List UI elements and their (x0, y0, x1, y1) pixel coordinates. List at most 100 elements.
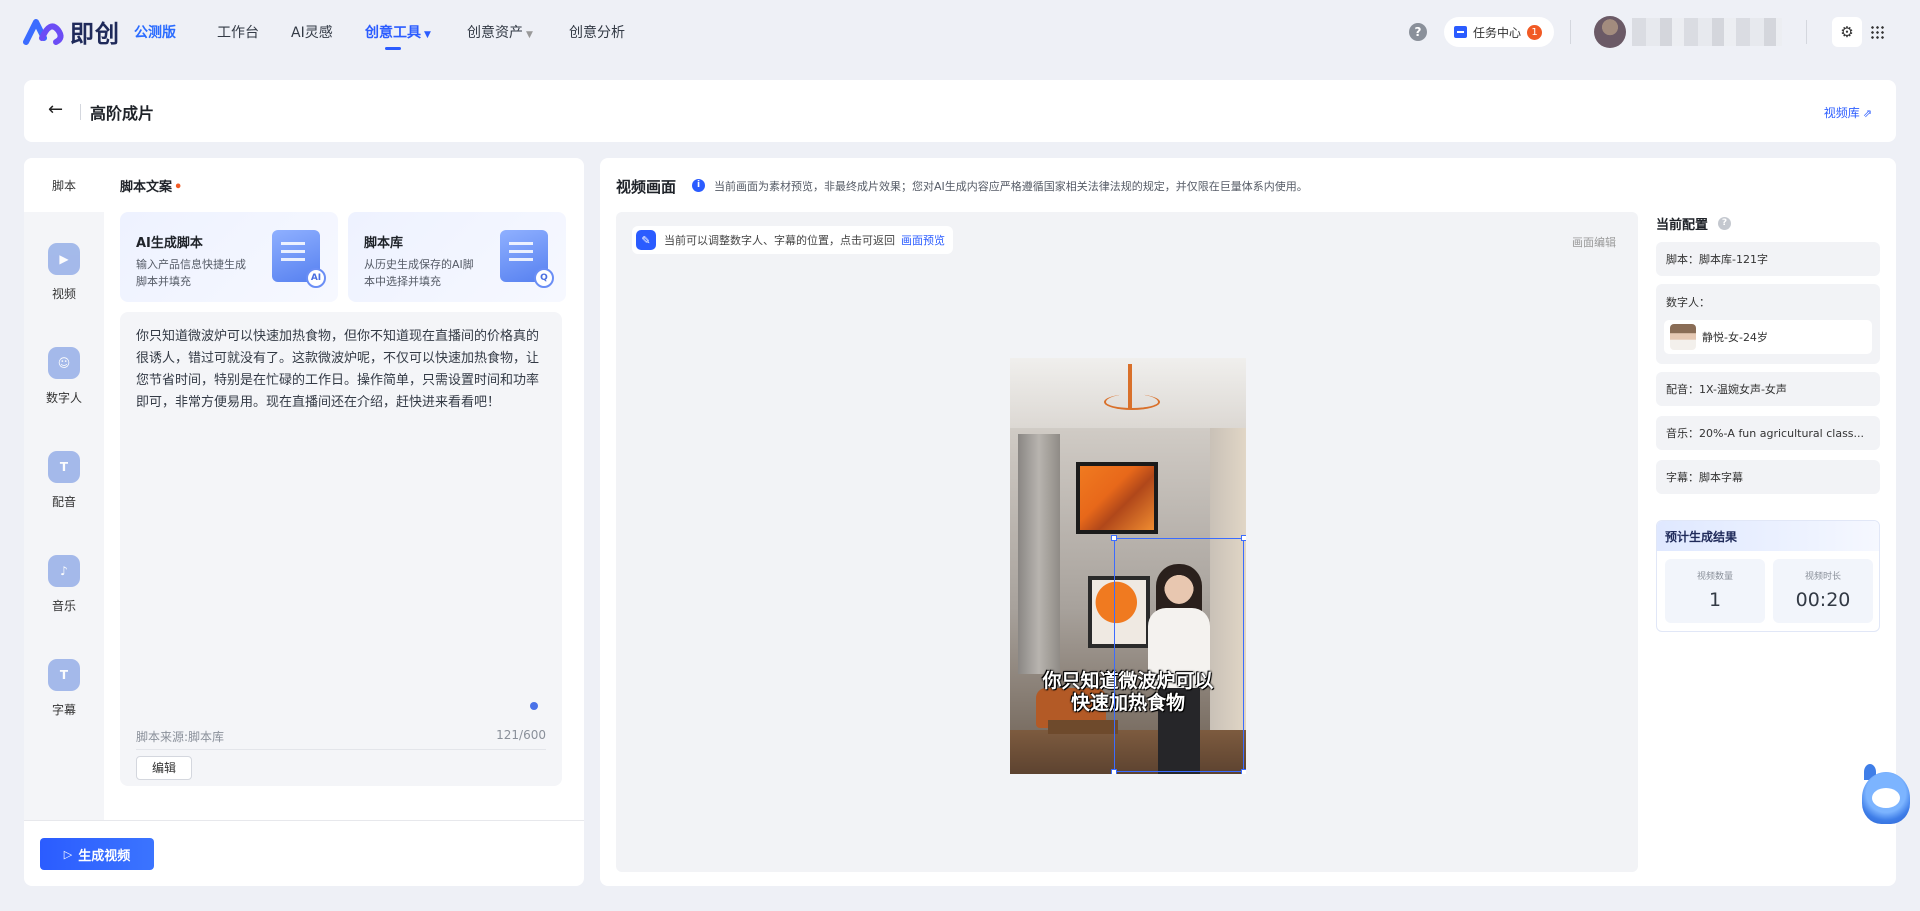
tab-label: 配音 (51, 494, 76, 509)
config-subtitle: 字幕：脚本字幕 (1656, 460, 1880, 494)
avatar[interactable] (1594, 16, 1626, 48)
config-music: 音乐：20%-A fun agricultural class... (1656, 416, 1880, 450)
video-library-link[interactable]: 视频库 ⇗ (1824, 104, 1872, 121)
tab-music[interactable]: ♪ 音乐 (24, 532, 104, 636)
tab-subtitle[interactable]: T 字幕 (24, 636, 104, 740)
nav-item-creative-analytics[interactable]: 创意分析 (569, 22, 625, 42)
ai-badge-icon: AI (306, 268, 326, 288)
divider (24, 820, 584, 821)
result-title: 预计生成结果 (1665, 530, 1738, 544)
caret-down-icon: ▼ (526, 30, 533, 40)
page-title: 高阶成片 (90, 104, 155, 123)
username-redacted (1632, 18, 1782, 46)
script-section-label: 脚本文案 • (120, 176, 182, 195)
video-scene-chandelier (1104, 364, 1160, 422)
tab-label: 数字人 (45, 390, 82, 405)
preview-link[interactable]: 画面预览 (901, 232, 945, 248)
tab-script[interactable]: 脚本 (24, 158, 104, 212)
canvas-title: 视频画面 (616, 178, 677, 196)
search-icon: Q (534, 268, 554, 288)
logo-text: 即创 (70, 20, 120, 48)
result-header: 预计生成结果 (1657, 521, 1879, 551)
video-scene-painting (1076, 462, 1158, 534)
page-header: ← 高阶成片 视频库 ⇗ (24, 80, 1896, 142)
resize-handle[interactable] (1241, 769, 1246, 774)
top-navigation: 即创 公测版 工作台 AI灵感 创意工具 ▼ 创意资产 ▼ 创意分析 ? 任务中心 … (0, 0, 1920, 64)
video-scene-table (1048, 720, 1118, 734)
text-to-speech-icon: T (48, 450, 80, 483)
nav-item-creative-tools[interactable]: 创意工具 ▼ (365, 22, 431, 42)
logo[interactable]: 即创 (22, 14, 120, 49)
active-nav-indicator (385, 47, 401, 50)
preview-area: ✎ 当前可以调整数字人、字幕的位置，点击可返回 画面预览 画面编辑 你只知道微波… (616, 212, 1638, 872)
film-icon: ▶ (48, 242, 80, 275)
nav-item-ai-inspiration[interactable]: AI灵感 (291, 22, 333, 42)
settings-button[interactable]: ⚙ (1832, 17, 1862, 47)
external-link-icon: ⇗ (1862, 107, 1872, 120)
edition-badge: 公测版 (134, 25, 176, 41)
video-count-stat: 视频数量 1 (1665, 559, 1765, 623)
tab-label: 音乐 (51, 598, 76, 613)
assistant-mascot-icon[interactable] (1856, 764, 1912, 828)
logo-icon (23, 18, 64, 45)
task-center-button[interactable]: 任务中心 1 (1444, 17, 1555, 47)
stat-value: 00:20 (1795, 589, 1851, 611)
edit-button[interactable]: 编辑 (136, 756, 192, 780)
left-tab-bar: 脚本 ▶ 视频 ☺ 数字人 T 配音 ♪ 音乐 T 字幕 (24, 158, 104, 820)
tab-label: 字幕 (51, 702, 76, 717)
required-mark: • (174, 180, 183, 195)
tab-label: 视频 (51, 286, 76, 301)
resize-handle[interactable] (1241, 535, 1246, 541)
pencil-icon: ✎ (636, 230, 656, 250)
nav-item-creative-assets[interactable]: 创意资产 ▼ (467, 22, 533, 42)
caret-down-icon: ▼ (424, 30, 431, 40)
folder-icon: Q (500, 230, 554, 288)
tab-digital-human[interactable]: ☺ 数字人 (24, 324, 104, 428)
subtitle-image-icon: T (48, 658, 80, 691)
frame-edit-link[interactable]: 画面编辑 (1572, 234, 1616, 250)
config-digital-human-label: 数字人： (1666, 296, 1710, 309)
config-voice: 配音：1X-温婉女声-女声 (1656, 372, 1880, 406)
person-icon: ☺ (48, 346, 80, 379)
config-script: 脚本：脚本库-121字 (1656, 242, 1880, 276)
card-description: 从历史生成保存的AI脚本中选择并填充 (364, 258, 474, 288)
resize-handle[interactable] (530, 702, 538, 710)
selection-box[interactable] (1111, 535, 1246, 774)
question-icon[interactable]: ? (1718, 217, 1731, 230)
script-label-text: 脚本文案 (120, 180, 173, 195)
video-preview[interactable]: 你只知道微波炉可以 快速加热食物 (1010, 358, 1246, 774)
divider (136, 749, 546, 750)
help-icon[interactable]: ? (1409, 23, 1427, 41)
tab-video[interactable]: ▶ 视频 (24, 220, 104, 324)
tab-voice[interactable]: T 配音 (24, 428, 104, 532)
gear-icon: ⚙ (1840, 23, 1854, 41)
card-title: AI生成脚本 (136, 236, 203, 251)
divider (1806, 20, 1807, 44)
stat-value: 1 (1708, 589, 1722, 611)
video-scene-door (1018, 434, 1060, 674)
expected-result-card: 预计生成结果 视频数量 1 视频时长 00:20 (1656, 520, 1880, 632)
digital-human-name: 静悦-女-24岁 (1702, 331, 1768, 344)
canvas-disclaimer: 当前画面为素材预览，非最终成片效果；您对AI生成内容应严格遵循国家相关法律法规的… (714, 180, 1308, 193)
resize-handle[interactable] (1111, 769, 1117, 774)
calendar-icon (1454, 26, 1467, 38)
script-content[interactable]: 你只知道微波炉可以快速加热食物，但你不知道现在直播间的价格真的很诱人，错过可就没… (136, 326, 548, 414)
apps-button[interactable] (1862, 17, 1892, 47)
divider (80, 104, 81, 120)
ai-generate-script-card[interactable]: AI生成脚本 输入产品信息快捷生成脚本并填充 AI (120, 212, 338, 302)
music-disc-icon: ♪ (48, 554, 80, 587)
stat-label: 视频数量 (1696, 572, 1733, 582)
generate-video-label: 生成视频 (78, 848, 131, 864)
script-source: 脚本来源:脚本库 (136, 730, 225, 744)
generate-video-button[interactable]: ▷ 生成视频 (40, 838, 154, 870)
script-text-area[interactable]: 你只知道微波炉可以快速加热食物，但你不知道现在直播间的价格真的很诱人，错过可就没… (120, 312, 562, 786)
digital-human-card: 静悦-女-24岁 (1664, 320, 1872, 354)
back-arrow-icon[interactable]: ← (48, 99, 63, 120)
nav-item-workbench[interactable]: 工作台 (217, 22, 259, 42)
script-library-card[interactable]: 脚本库 从历史生成保存的AI脚本中选择并填充 Q (348, 212, 566, 302)
resize-handle[interactable] (1111, 535, 1117, 541)
video-duration-stat: 视频时长 00:20 (1773, 559, 1873, 623)
send-icon: ▷ (63, 847, 73, 861)
stat-label: 视频时长 (1804, 572, 1841, 582)
task-count-badge: 1 (1527, 24, 1543, 40)
